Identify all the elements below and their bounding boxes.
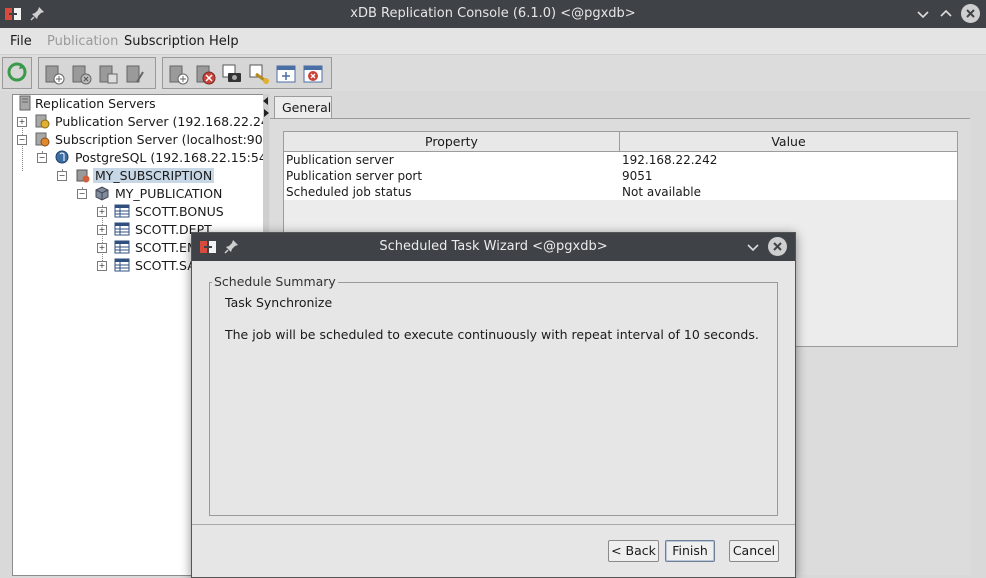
remove-subscription-icon[interactable] <box>193 62 217 86</box>
subscription-icon <box>76 169 90 183</box>
subscription-server-icon <box>35 132 50 147</box>
toolbar <box>0 55 986 91</box>
collapse-icon[interactable]: − <box>37 153 47 163</box>
cell-value: 192.168.22.242 <box>622 153 718 167</box>
tab-general[interactable]: General <box>274 96 332 118</box>
tree-node-root[interactable]: Replication Servers <box>15 95 255 113</box>
tree-node-table[interactable]: + SCOTT.BONUS <box>95 203 263 221</box>
schedule-description-text: The job will be scheduled to execute con… <box>225 327 759 342</box>
server-config-icon[interactable] <box>123 62 147 86</box>
dialog-title: Scheduled Task Wizard <@pgxdb> <box>379 239 608 254</box>
server-properties-icon[interactable] <box>96 62 120 86</box>
maximize-icon[interactable] <box>937 5 955 23</box>
window-titlebar: xDB Replication Console (6.1.0) <@pgxdb> <box>0 0 986 28</box>
menu-bar: File Publication Subscription Help <box>0 28 986 55</box>
servers-icon <box>19 95 31 111</box>
menu-file-label: File <box>10 34 32 49</box>
tree-node-label: SCOTT.EM <box>135 240 198 255</box>
table-row[interactable]: Publication server port 9051 <box>284 168 957 184</box>
synchronize-icon[interactable] <box>247 62 271 86</box>
tree-node-label: Replication Servers <box>35 96 156 111</box>
window-close-button[interactable] <box>961 4 980 23</box>
menu-publication[interactable]: Publication <box>47 34 118 49</box>
menu-subscription[interactable]: Subscription <box>124 34 205 49</box>
publication-icon <box>95 186 109 201</box>
snapshot-icon[interactable] <box>220 62 244 86</box>
schedule-remove-icon[interactable] <box>301 62 325 86</box>
tree-node-postgresql[interactable]: − PostgreSQL (192.168.22.15:5432: <box>35 149 263 167</box>
menu-help-label: Help <box>209 34 239 49</box>
window-title: xDB Replication Console (6.1.0) <@pgxdb> <box>350 6 636 21</box>
tree-node-label: Publication Server (192.168.22.242:90 <box>55 114 263 129</box>
minimize-icon[interactable] <box>914 5 932 23</box>
collapse-icon[interactable]: − <box>77 189 87 199</box>
table-header: Property Value <box>284 132 957 152</box>
column-header-value[interactable]: Value <box>620 134 957 149</box>
table-row[interactable]: Publication server 192.168.22.242 <box>284 152 957 168</box>
tree-node-publication-server[interactable]: + Publication Server (192.168.22.242:90 <box>15 113 263 131</box>
column-header-property[interactable]: Property <box>284 134 619 149</box>
collapse-icon[interactable]: − <box>17 135 27 145</box>
tree-node-label: MY_SUBSCRIPTION <box>93 168 215 183</box>
schedule-add-icon[interactable] <box>274 62 298 86</box>
expand-icon[interactable]: + <box>97 243 107 253</box>
tab-strip: General <box>270 94 970 119</box>
toolbar-group-publication <box>38 57 156 89</box>
menu-file[interactable]: File <box>10 34 32 49</box>
cell-property: Scheduled job status <box>286 185 412 199</box>
tree-node-label: MY_PUBLICATION <box>115 186 223 201</box>
expand-icon[interactable]: + <box>97 261 107 271</box>
table-icon <box>114 204 130 218</box>
cell-property: Publication server port <box>286 169 423 183</box>
cancel-button[interactable]: Cancel <box>729 540 779 562</box>
tree-node-label: Subscription Server (localhost:9052) <box>55 132 264 147</box>
minimize-icon[interactable] <box>744 238 762 256</box>
back-button[interactable]: < Back <box>608 540 659 562</box>
tree-node-publication[interactable]: − MY_PUBLICATION <box>75 185 263 203</box>
tab-general-label: General <box>282 100 332 115</box>
tree-node-label: SCOTT.SA <box>135 258 196 273</box>
cell-value: 9051 <box>622 169 653 183</box>
dialog-close-button[interactable] <box>768 237 787 256</box>
dialog-separator <box>192 524 795 525</box>
publication-server-icon <box>35 114 50 129</box>
dialog-titlebar: Scheduled Task Wizard <@pgxdb> <box>192 233 795 261</box>
close-icon <box>966 9 975 18</box>
toolbar-group-subscription <box>162 57 332 89</box>
menu-subscription-label: Subscription <box>124 34 205 49</box>
add-subscription-icon[interactable] <box>166 62 190 86</box>
schedule-summary-group <box>209 282 778 516</box>
cell-property: Publication server <box>286 153 394 167</box>
tree-node-label: SCOTT.BONUS <box>135 204 224 219</box>
close-icon <box>773 242 782 251</box>
schedule-summary-title: Schedule Summary <box>212 274 338 289</box>
postgresql-icon <box>55 150 69 164</box>
scheduled-task-wizard-dialog: Scheduled Task Wizard <@pgxdb> Schedule … <box>191 232 796 578</box>
table-icon <box>114 222 130 236</box>
add-server-icon[interactable] <box>42 62 66 86</box>
splitter-arrows-icon[interactable] <box>263 96 269 120</box>
expand-icon[interactable]: + <box>97 207 107 217</box>
table-icon <box>114 240 130 254</box>
toolbar-group-refresh <box>2 57 32 89</box>
menu-publication-label: Publication <box>47 34 119 49</box>
collapse-icon[interactable]: − <box>57 171 67 181</box>
menu-help[interactable]: Help <box>209 34 239 49</box>
task-name-text: Task Synchronize <box>225 295 333 310</box>
table-icon <box>114 258 130 272</box>
cell-value: Not available <box>622 185 702 199</box>
tree-node-label: PostgreSQL (192.168.22.15:5432: <box>75 150 263 165</box>
expand-icon[interactable]: + <box>97 225 107 235</box>
tree-node-subscription[interactable]: − MY_SUBSCRIPTION <box>55 167 263 185</box>
finish-button[interactable]: Finish <box>665 540 715 562</box>
remove-server-icon[interactable] <box>69 62 93 86</box>
table-row[interactable]: Scheduled job status Not available <box>284 184 957 200</box>
expand-icon[interactable]: + <box>17 117 27 127</box>
refresh-icon[interactable] <box>5 60 29 84</box>
tree-node-subscription-server[interactable]: − Subscription Server (localhost:9052) <box>15 131 263 149</box>
